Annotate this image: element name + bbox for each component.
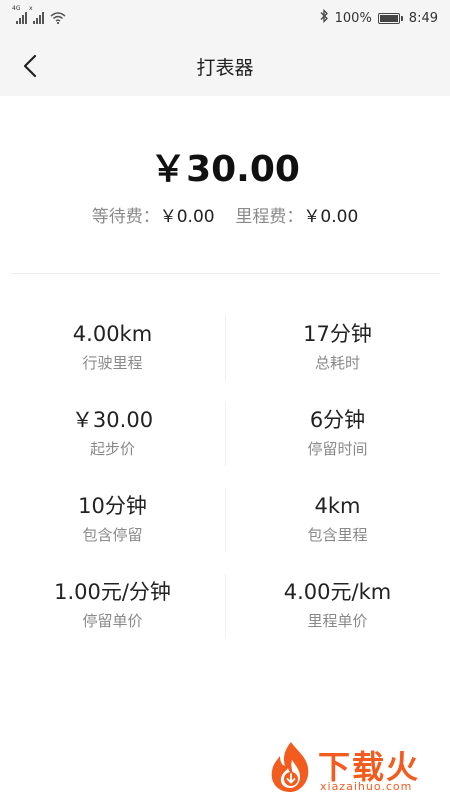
mileage-fee-value: ￥0.00 <box>303 207 359 227</box>
section-divider <box>10 273 440 274</box>
stat-label: 里程单价 <box>307 612 368 630</box>
stat-value: ￥30.00 <box>71 408 154 432</box>
watermark: 下载火 xiazaihuo.com <box>262 736 442 796</box>
bluetooth-icon <box>319 8 329 27</box>
stat-total-time: 17分钟 总耗时 <box>225 316 450 402</box>
column-divider <box>225 402 226 466</box>
stat-wait-rate: 1.00元/分钟 停留单价 <box>0 574 225 660</box>
stats-row: ￥30.00 起步价 6分钟 停留时间 <box>0 402 450 488</box>
stat-label: 停留时间 <box>307 440 368 458</box>
stats-row: 1.00元/分钟 停留单价 4.00元/km 里程单价 <box>0 574 450 660</box>
cellular-signal-2-icon: x <box>29 6 44 24</box>
chevron-left-icon <box>23 54 37 78</box>
stat-value: 10分钟 <box>78 494 147 518</box>
stat-label: 起步价 <box>89 440 135 458</box>
status-time: 8:49 <box>408 10 438 26</box>
mileage-fee-label: 里程费： <box>235 207 304 227</box>
no-service-label: x <box>29 5 33 12</box>
stat-base-fare: ￥30.00 起步价 <box>0 402 225 488</box>
stat-included-wait: 10分钟 包含停留 <box>0 488 225 574</box>
status-bar: 4G x 100% 8:49 <box>0 0 450 36</box>
battery-icon <box>377 12 403 24</box>
battery-percent: 100% <box>334 10 372 26</box>
stat-distance-rate: 4.00元/km 里程单价 <box>225 574 450 660</box>
stat-label: 停留单价 <box>82 612 143 630</box>
column-divider <box>225 316 226 380</box>
stat-included-distance: 4km 包含里程 <box>225 488 450 574</box>
back-button[interactable] <box>14 50 46 82</box>
stat-label: 总耗时 <box>314 354 360 372</box>
fare-total: ￥30.00 <box>150 149 300 190</box>
wifi-icon <box>50 12 66 24</box>
network-type-label: 4G <box>12 5 21 12</box>
stat-value: 4.00元/km <box>283 580 392 604</box>
stat-value: 6分钟 <box>309 408 366 432</box>
fare-breakdown: 等待费：￥0.00 里程费：￥0.00 <box>0 202 450 227</box>
stat-label: 行驶里程 <box>82 354 143 372</box>
stat-value: 1.00元/分钟 <box>54 580 171 604</box>
status-right: 100% 8:49 <box>319 8 438 27</box>
stats-row: 10分钟 包含停留 4km 包含里程 <box>0 488 450 574</box>
stat-label: 包含里程 <box>307 526 368 544</box>
waiting-fee-label: 等待费： <box>91 207 160 227</box>
page-title: 打表器 <box>196 56 254 79</box>
stats-grid: 4.00km 行驶里程 17分钟 总耗时 ￥30.00 起步价 6分钟 停留时间… <box>0 316 450 660</box>
flame-logo-icon <box>271 742 309 792</box>
watermark-url: xiazaihuo.com <box>320 780 413 793</box>
stat-value: 4.00km <box>72 322 153 346</box>
cellular-signal-icon: 4G <box>12 6 27 24</box>
stat-value: 17分钟 <box>303 322 372 346</box>
stat-value: 4km <box>314 494 361 518</box>
nav-header: 打表器 <box>0 36 450 96</box>
column-divider <box>225 488 226 552</box>
stat-distance: 4.00km 行驶里程 <box>0 316 225 402</box>
column-divider <box>225 574 226 638</box>
status-left: 4G x <box>12 6 66 24</box>
waiting-fee-value: ￥0.00 <box>159 207 215 227</box>
stat-wait-time: 6分钟 停留时间 <box>225 402 450 488</box>
stats-row: 4.00km 行驶里程 17分钟 总耗时 <box>0 316 450 402</box>
stat-label: 包含停留 <box>82 526 143 544</box>
